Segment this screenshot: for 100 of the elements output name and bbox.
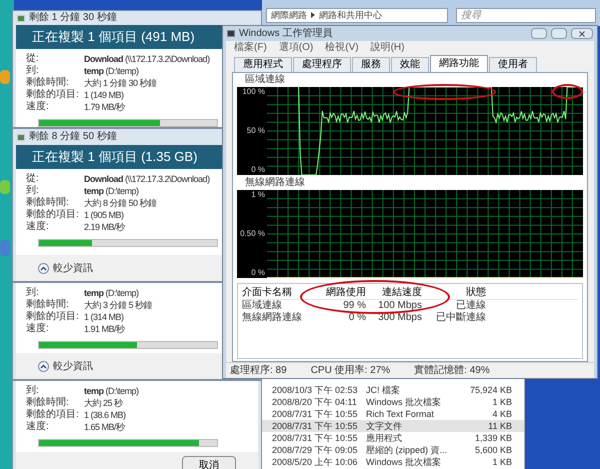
- window-title: 剩餘 1 分鐘 30 秒鐘: [29, 13, 117, 23]
- field-label: 到:: [26, 386, 40, 396]
- field-label: 速度:: [26, 222, 50, 232]
- size-cell-text: 1 KB: [491, 398, 512, 406]
- field-value: 大約 25 秒: [84, 398, 123, 408]
- field-label: 剩餘的項目:: [26, 210, 80, 220]
- table-cell-text: 已連線: [455, 301, 486, 311]
- table-cell-text: 無線網路連線: [242, 313, 303, 323]
- axis-label: 0.50 %: [240, 230, 265, 238]
- window-title: 剩餘 8 分鐘 50 秒鐘: [29, 132, 117, 142]
- tab[interactable]: 效能: [391, 57, 429, 72]
- tab[interactable]: 應用程式: [234, 57, 292, 72]
- field-value: 1.79 MB/秒: [84, 102, 125, 112]
- size-cell-text: 4 KB: [491, 410, 512, 418]
- column-header[interactable]: 網路使用: [314, 288, 366, 298]
- chevron-right-icon: [311, 12, 315, 18]
- date-cell-text: 2008/7/31 下午 10:55: [272, 422, 359, 430]
- field-label: 剩餘的項目:: [26, 90, 80, 100]
- menu-item[interactable]: 檢視(V): [325, 43, 359, 53]
- table-cell-text: 已中斷連線: [435, 313, 486, 323]
- type-cell-text: Windows 批次檔案: [366, 398, 442, 406]
- table-cell-text: 99 %: [342, 301, 366, 311]
- field-value: temp (D:\temp): [84, 66, 139, 76]
- tab[interactable]: 處理程序: [293, 57, 351, 72]
- status-text: CPU 使用率: 27%: [310, 366, 390, 376]
- field-value: 1 (314 MB): [84, 312, 124, 322]
- field-value: 2.19 MB/秒: [84, 222, 125, 232]
- field-label: 速度:: [26, 102, 50, 112]
- close-button[interactable]: [571, 28, 593, 39]
- field-label: 速度:: [26, 324, 50, 334]
- field-value: 大約 3 分鐘 5 秒鐘: [84, 300, 152, 310]
- date-cell-text: 2008/7/31 下午 10:55: [272, 434, 359, 442]
- column-header[interactable]: 狀態: [422, 288, 486, 298]
- graph-label: 無線網路連線: [244, 178, 306, 190]
- tab[interactable]: 服務: [352, 57, 390, 72]
- tab[interactable]: 使用者: [489, 57, 537, 72]
- cancel-button[interactable]: 取消: [182, 456, 236, 469]
- field-value: 1.91 MB/秒: [84, 324, 125, 334]
- axis-label: 50 %: [246, 127, 265, 135]
- axis-label: 0 %: [251, 269, 265, 277]
- menu-item[interactable]: 選項(O): [278, 43, 314, 53]
- field-value: temp (D:\temp): [84, 186, 139, 196]
- tab[interactable]: 網路功能: [430, 55, 488, 72]
- field-value: temp (D:\temp): [84, 288, 139, 298]
- field-value: 大約 8 分鐘 50 秒鐘: [84, 198, 157, 208]
- axis-label: 0 %: [251, 166, 265, 174]
- axis-label: 100 %: [242, 88, 265, 96]
- chevron-up-icon: [38, 262, 49, 274]
- column-header[interactable]: 連結速度: [366, 288, 422, 298]
- date-cell-text: 2008/10/3 下午 02:53: [272, 386, 359, 394]
- field-label: 到:: [26, 186, 40, 196]
- breadcrumb-item[interactable]: 網際網路: [271, 10, 307, 20]
- field-value: temp (D:\temp): [84, 386, 139, 396]
- monitor-icon: [227, 30, 235, 37]
- graph-label: 區域連線: [244, 75, 286, 87]
- menu-item[interactable]: 說明(H): [370, 43, 404, 53]
- less-info-button[interactable]: 較少資訊: [38, 260, 93, 276]
- type-cell-text: Windows 批次檔案: [366, 458, 442, 466]
- field-value: Download (\\172.17.3.2\Download): [84, 174, 210, 184]
- highlight-ellipse: [552, 84, 583, 99]
- type-cell-text: 應用程式: [366, 434, 403, 442]
- field-label: 剩餘時間:: [26, 398, 70, 408]
- field-label: 到:: [26, 288, 40, 298]
- field-label: 從:: [26, 54, 40, 64]
- size-cell-text: 1,339 KB: [474, 434, 512, 442]
- file-row[interactable]: 2008/7/31 下午 10:55 文字文件 11 KB: [262, 420, 524, 432]
- copy-icon: [17, 14, 25, 22]
- column-header[interactable]: 介面卡名稱: [242, 288, 314, 298]
- field-label: 速度:: [26, 422, 50, 432]
- field-label: 剩餘時間:: [26, 300, 70, 310]
- axis-label: 1 %: [251, 191, 265, 199]
- field-label: 剩餘時間:: [26, 78, 70, 88]
- date-cell-text: 2008/5/20 上午 10:06: [272, 458, 359, 466]
- type-cell-text: Rich Text Format: [366, 410, 435, 418]
- minimize-button[interactable]: [531, 28, 547, 39]
- field-label: 到:: [26, 66, 40, 76]
- type-cell-text: 壓縮的 (zipped) 資...: [366, 446, 448, 454]
- table-cell-text: 區域連線: [242, 301, 282, 311]
- size-cell-text: 11 KB: [487, 422, 512, 430]
- type-cell-text: 文字文件: [366, 422, 403, 430]
- chevron-up-icon: [38, 360, 49, 372]
- field-label: 剩餘的項目:: [26, 312, 80, 322]
- date-cell-text: 2008/7/31 下午 10:55: [272, 410, 359, 418]
- field-value: Download (\\172.17.3.2\Download): [84, 54, 210, 64]
- less-info-button[interactable]: 較少資訊: [38, 358, 93, 374]
- breadcrumb-item[interactable]: 網路和共用中心: [319, 10, 382, 20]
- field-value: 1 (905 MB): [84, 210, 124, 220]
- table-cell-text: 100 Mbps: [377, 301, 422, 311]
- maximize-button[interactable]: [551, 28, 567, 39]
- search-field[interactable]: 搜尋: [456, 8, 596, 22]
- field-value: 1 (38.6 MB): [84, 410, 126, 420]
- table-cell-text: 0 %: [348, 313, 366, 323]
- date-cell-text: 2008/8/20 下午 04:11: [272, 398, 358, 406]
- size-cell-text: 5,600 KB: [474, 446, 512, 454]
- field-label: 剩餘的項目:: [26, 410, 80, 420]
- copy-icon: [17, 134, 25, 140]
- status-text: 實體記憶體: 49%: [414, 366, 490, 376]
- status-text: 處理程序: 89: [230, 366, 287, 376]
- field-value: 1 (149 MB): [84, 90, 124, 100]
- size-cell-text: 75,924 KB: [468, 386, 512, 394]
